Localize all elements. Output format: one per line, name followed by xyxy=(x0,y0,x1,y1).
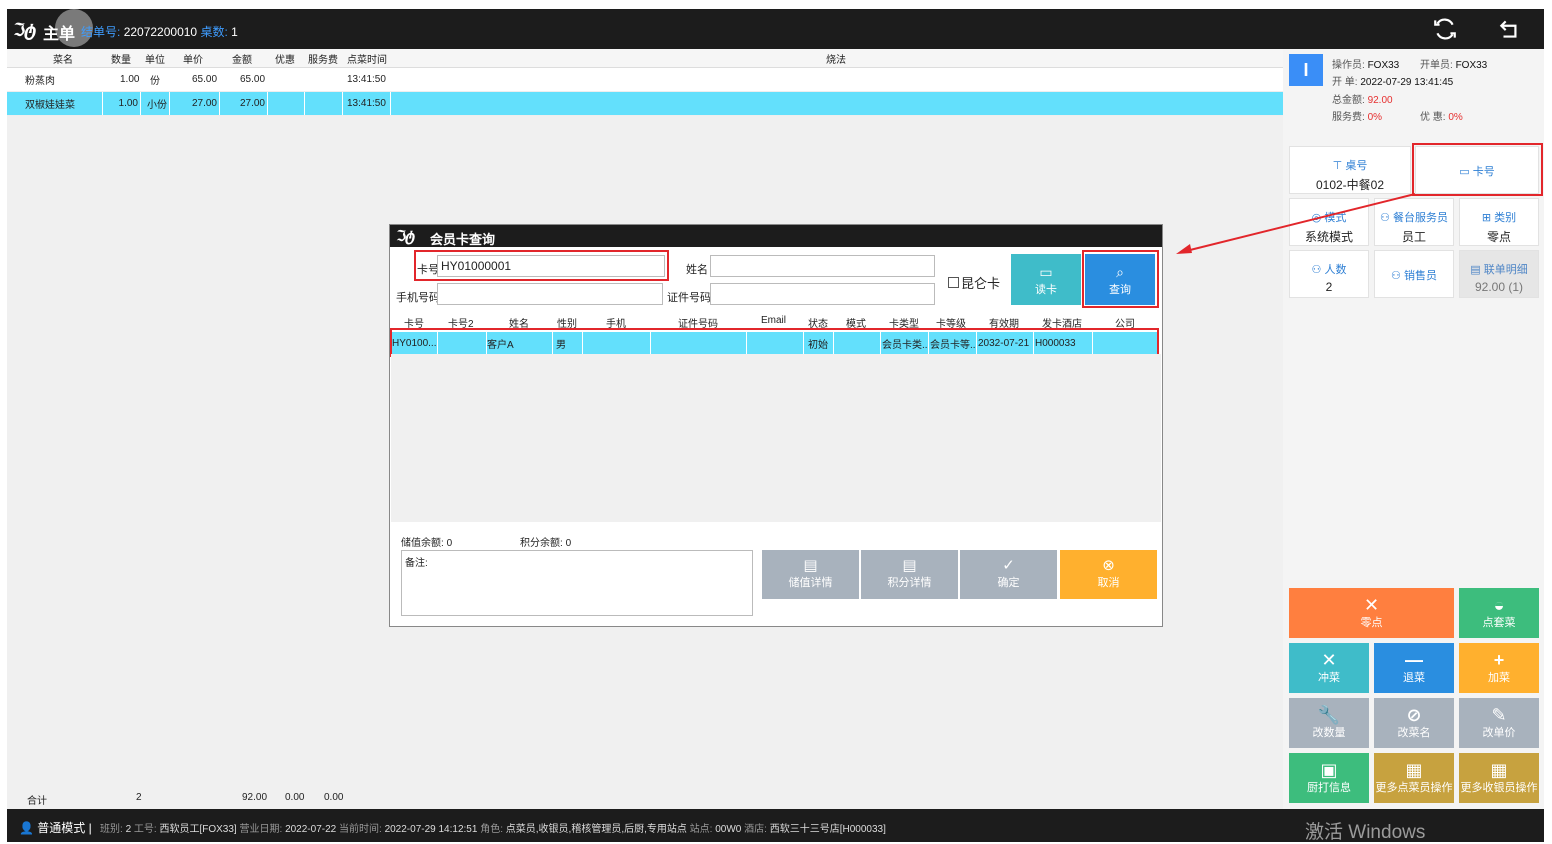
col-service: 服务费 xyxy=(308,54,338,66)
status-info: 班别: 2 工号: 西软员工[FOX33] 营业日期: 2022-07-22 当… xyxy=(100,824,886,835)
id-input[interactable] xyxy=(710,283,935,305)
user-icon: 👤 xyxy=(19,821,34,835)
col-discount: 优惠 xyxy=(275,54,295,66)
set-meal-button[interactable]: ◒ 点套菜 xyxy=(1459,588,1539,638)
check-circle-icon: ✓ xyxy=(1002,557,1015,574)
tile-table[interactable]: ⊤ 桌号 0102-中餐02 xyxy=(1289,146,1411,194)
totals-row: 合计 2 92.00 0.00 0.00 xyxy=(7,786,1283,808)
tile-joint-detail[interactable]: ▤ 联单明细 92.00 (1) xyxy=(1459,250,1539,298)
cancel-button[interactable]: ⊗ 取消 xyxy=(1060,550,1157,599)
phone-label: 手机号码 xyxy=(396,292,440,304)
totals-amount: 92.00 xyxy=(242,792,268,803)
printer-icon: ▣ xyxy=(1320,760,1338,780)
people-icon: ⚇ xyxy=(1311,264,1322,276)
close-circle-icon: ⊗ xyxy=(1102,557,1115,574)
pen-icon: ✎ xyxy=(1491,705,1507,725)
name-label: 姓名 xyxy=(686,264,708,276)
list-icon: ▤ xyxy=(803,557,818,574)
back-icon[interactable] xyxy=(1497,16,1523,42)
phone-input[interactable] xyxy=(437,283,663,305)
change-price-button[interactable]: ✎ 改单价 xyxy=(1459,698,1539,748)
order-table: 菜名 数量 单位 单价 金额 优惠 服务费 点菜时间 烧法 粉蒸肉 1.00 份… xyxy=(7,49,1283,116)
col-amount: 金额 xyxy=(232,54,252,66)
grid-icon: ▦ xyxy=(1490,760,1508,780)
name-input[interactable] xyxy=(710,255,935,277)
note-textarea[interactable]: 备注: xyxy=(401,550,753,616)
col-method: 烧法 xyxy=(826,54,846,66)
kunlun-checkbox[interactable]: 昆仑卡 xyxy=(948,273,1000,292)
dialog-logo: ℑტ xyxy=(396,228,415,245)
dialog-title: 会员卡查询 xyxy=(430,232,496,247)
grid-icon: ▦ xyxy=(1405,760,1423,780)
edit-circle-icon: ⊘ xyxy=(1406,705,1422,725)
table-row[interactable]: 粉蒸肉 1.00 份 65.00 65.00 13:41:50 xyxy=(7,68,1283,92)
more-cashier-ops-button[interactable]: ▦ 更多收银员操作 xyxy=(1459,753,1539,803)
stored-detail-button[interactable]: ▤ 储值详情 xyxy=(762,550,859,599)
annotation-arrow xyxy=(1176,193,1416,254)
member-grid-body xyxy=(391,354,1161,522)
member-card-dialog: ℑტ 会员卡查询 卡号 HY01000001 姓名 手机号码 证件号码 昆仑卡 … xyxy=(389,224,1163,627)
order-no-label: 结单号: xyxy=(81,25,121,39)
card-input-highlight xyxy=(414,250,669,281)
dialog-header: ℑტ 会员卡查询 xyxy=(390,225,1162,247)
card-tile-highlight xyxy=(1412,143,1543,196)
ok-button[interactable]: ✓ 确定 xyxy=(960,550,1057,599)
mode-indicator[interactable]: 👤 普通模式 | xyxy=(19,819,92,836)
table-row-selected[interactable]: 双椒娃娃菜 1.00 小份 27.00 27.00 13:41:50 xyxy=(7,92,1283,116)
add-dish-button[interactable]: + 加菜 xyxy=(1459,643,1539,693)
info-badge: I xyxy=(1289,54,1323,86)
col-price: 单价 xyxy=(183,54,203,66)
col-qty: 数量 xyxy=(111,54,131,66)
grid-icon: ⊞ xyxy=(1481,212,1492,224)
grid-row-highlight xyxy=(390,328,1159,357)
col-dish: 菜名 xyxy=(53,54,73,66)
table-icon: ⊤ xyxy=(1332,160,1343,172)
kitchen-print-button[interactable]: ▣ 厨打信息 xyxy=(1289,753,1369,803)
more-order-ops-button[interactable]: ▦ 更多点菜员操作 xyxy=(1374,753,1454,803)
person-icon: ⚇ xyxy=(1391,270,1401,282)
change-qty-button[interactable]: 🔧 改数量 xyxy=(1289,698,1369,748)
list-icon: ▤ xyxy=(902,557,917,574)
tile-category[interactable]: ⊞ 类别 零点 xyxy=(1459,198,1539,246)
return-dish-button[interactable]: — 退菜 xyxy=(1374,643,1454,693)
totals-discount: 0.00 xyxy=(285,792,305,803)
close-icon: ✕ xyxy=(1321,650,1337,670)
read-card-button[interactable]: ▭ 读卡 xyxy=(1011,254,1081,305)
totals-label: 合计 xyxy=(27,796,47,807)
col-unit: 单位 xyxy=(145,54,165,66)
stored-balance: 储值余额: 0 xyxy=(401,538,453,549)
refresh-icon[interactable] xyxy=(1432,16,1458,42)
query-button-highlight xyxy=(1082,250,1159,308)
id-label: 证件号码 xyxy=(667,292,711,304)
windows-watermark: 激活 Windows xyxy=(1305,822,1426,843)
checkbox-icon xyxy=(948,277,959,288)
card-icon: ▭ xyxy=(1039,264,1053,280)
col-time: 点菜时间 xyxy=(347,54,387,66)
totals-qty: 2 xyxy=(136,792,142,803)
minus-icon: — xyxy=(1405,650,1423,670)
order-summary: I 操作员: FOX33 开单员: FOX33 开 单: 2022-07-29 … xyxy=(1289,54,1537,124)
table-count: 1 xyxy=(231,25,238,39)
dish-icon: ◒ xyxy=(1493,595,1505,615)
status-bar: 👤 普通模式 | 班别: 2 工号: 西软员工[FOX33] 营业日期: 202… xyxy=(7,809,1544,843)
document-icon: ▤ xyxy=(1470,264,1481,276)
points-detail-button[interactable]: ▤ 积分详情 xyxy=(861,550,958,599)
order-no: 22072200010 xyxy=(123,25,198,39)
app-logo: ℑტ xyxy=(13,20,36,40)
wrench-icon: 🔧 xyxy=(1317,705,1341,725)
app-name: 主单 xyxy=(43,26,76,43)
close-icon: ✕ xyxy=(1363,595,1380,615)
top-bar: ℑტ 主单 结单号: 22072200010 桌数: 1 xyxy=(7,9,1544,49)
change-name-button[interactable]: ⊘ 改菜名 xyxy=(1374,698,1454,748)
plus-icon: + xyxy=(1493,650,1505,670)
order-info: 结单号: 22072200010 桌数: 1 xyxy=(81,23,238,40)
table-count-label: 桌数: xyxy=(200,25,228,39)
order-table-header: 菜名 数量 单位 单价 金额 优惠 服务费 点菜时间 烧法 xyxy=(7,49,1283,68)
totals-service: 0.00 xyxy=(324,792,344,803)
cancel-dish-button[interactable]: ✕ 冲菜 xyxy=(1289,643,1369,693)
lingdian-button[interactable]: ✕ 零点 xyxy=(1289,588,1454,638)
points-balance: 积分余额: 0 xyxy=(520,538,572,549)
